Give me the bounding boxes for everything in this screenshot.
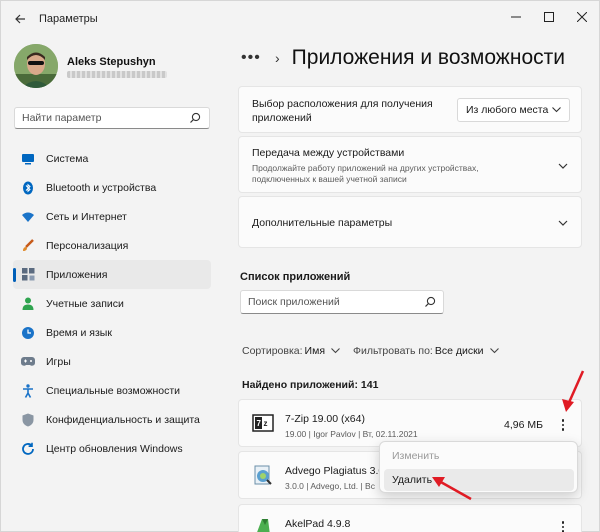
more-options-button[interactable] xyxy=(555,517,571,532)
sort-label: Сортировка: xyxy=(242,345,303,357)
app-context-menu: Изменить Удалить xyxy=(379,441,578,493)
install-source-value: Из любого места xyxy=(466,104,549,116)
sidebar-item-label: Центр обновления Windows xyxy=(46,442,183,455)
globe-clock-icon xyxy=(21,326,35,340)
advanced-options-card[interactable]: Дополнительные параметры xyxy=(238,196,582,248)
sidebar-item-windows-update[interactable]: Центр обновления Windows xyxy=(13,434,211,463)
person-icon xyxy=(21,297,35,311)
sidebar-item-label: Специальные возможности xyxy=(46,384,181,397)
maximize-button[interactable] xyxy=(534,5,564,29)
share-across-devices-title: Передача между устройствами xyxy=(252,147,405,159)
sidebar-item-system[interactable]: Система xyxy=(13,144,211,173)
apps-found-count: Найдено приложений: 141 xyxy=(242,379,379,391)
sidebar-item-gaming[interactable]: Игры xyxy=(13,347,211,376)
chevron-down-icon[interactable] xyxy=(558,218,568,228)
wifi-icon xyxy=(21,210,35,224)
install-source-card: Выбор расположения для получения приложе… xyxy=(238,86,582,133)
breadcrumb-overflow-button[interactable]: ••• xyxy=(241,49,269,67)
app-meta: 19.00 | Igor Pavlov | Вт, 02.11.2021 xyxy=(285,429,418,439)
app-name: Advego Plagiatus 3.0 xyxy=(285,465,385,477)
sidebar-item-time-language[interactable]: Время и язык xyxy=(13,318,211,347)
app-search[interactable] xyxy=(240,290,444,314)
modify-menu-item: Изменить xyxy=(392,450,440,462)
akelpad-app-icon xyxy=(257,519,270,532)
shield-icon xyxy=(21,413,35,427)
sidebar-item-network[interactable]: Сеть и Интернет xyxy=(13,202,211,231)
install-source-dropdown[interactable]: Из любого места xyxy=(457,98,570,122)
accessibility-icon xyxy=(21,383,35,398)
update-icon xyxy=(21,442,35,456)
sidebar-item-bluetooth[interactable]: Bluetooth и устройства xyxy=(13,173,211,202)
search-icon[interactable] xyxy=(189,112,201,124)
search-icon[interactable] xyxy=(424,296,436,308)
profile-email-redacted xyxy=(67,71,167,78)
settings-search-input[interactable] xyxy=(15,108,185,128)
back-button[interactable] xyxy=(9,9,31,29)
chevron-down-icon xyxy=(331,348,340,354)
list-item[interactable]: AkelPad 4.9.8 xyxy=(238,504,582,532)
advego-app-icon xyxy=(254,465,272,485)
sidebar-item-accounts[interactable]: Учетные записи xyxy=(13,289,211,318)
settings-search[interactable] xyxy=(14,107,210,129)
sidebar-item-label: Bluetooth и устройства xyxy=(46,181,157,194)
avatar[interactable] xyxy=(14,44,58,88)
sidebar-item-label: Персонализация xyxy=(46,239,129,252)
bluetooth-icon xyxy=(21,181,35,195)
breadcrumb: ••• › Приложения и возможности xyxy=(241,43,565,73)
filter-dropdown[interactable]: Фильтровать по: Все диски xyxy=(353,345,499,357)
app-name: 7-Zip 19.00 (x64) xyxy=(285,413,365,425)
monitor-icon xyxy=(21,152,35,166)
arrow-left-icon xyxy=(15,14,25,24)
install-source-title: Выбор расположения для получения приложе… xyxy=(252,98,433,124)
sidebar-item-apps[interactable]: Приложения xyxy=(13,260,211,289)
window-title: Параметры xyxy=(39,13,98,25)
sidebar-item-label: Время и язык xyxy=(46,326,112,339)
maximize-icon xyxy=(544,12,554,22)
app-size: 4,96 МБ xyxy=(504,419,543,431)
close-icon xyxy=(577,12,587,22)
minimize-icon xyxy=(511,16,521,18)
gamepad-icon xyxy=(21,355,35,369)
svg-text:z: z xyxy=(264,419,268,428)
sidebar-item-accessibility[interactable]: Специальные возможности xyxy=(13,376,211,405)
settings-window: Параметры Aleks Stepushyn Система xyxy=(0,0,600,532)
sidebar-item-label: Приложения xyxy=(46,268,108,281)
sidebar-item-label: Система xyxy=(46,152,89,165)
apps-icon xyxy=(21,268,35,282)
chevron-right-icon: › xyxy=(275,50,280,66)
title-bar: Параметры xyxy=(1,1,600,37)
app-name: AkelPad 4.9.8 xyxy=(285,518,351,530)
app-search-input[interactable] xyxy=(241,291,421,313)
app-meta: 3.0.0 | Advego, Ltd. | Вс xyxy=(285,481,375,491)
profile-name: Aleks Stepushyn xyxy=(67,56,156,68)
sidebar-item-label: Учетные записи xyxy=(46,297,124,310)
sidebar-item-privacy[interactable]: Конфиденциальность и защита xyxy=(13,405,211,434)
sidebar-item-label: Конфиденциальность и защита xyxy=(46,413,200,426)
sort-dropdown[interactable]: Сортировка: Имя xyxy=(242,345,340,357)
advanced-options-title: Дополнительные параметры xyxy=(252,217,393,229)
more-options-button[interactable] xyxy=(555,415,571,435)
chevron-down-icon[interactable] xyxy=(558,161,568,171)
sidebar-item-personalization[interactable]: Персонализация xyxy=(13,231,211,260)
sort-value: Имя xyxy=(304,345,325,357)
page-title: Приложения и возможности xyxy=(291,46,565,69)
svg-text:7: 7 xyxy=(257,419,262,428)
7zip-app-icon: 7z xyxy=(252,414,274,432)
filter-label: Фильтровать по: xyxy=(353,345,433,357)
brush-icon xyxy=(21,238,35,253)
chevron-down-icon xyxy=(552,107,561,113)
app-list-heading: Список приложений xyxy=(240,271,351,283)
sidebar-item-label: Игры xyxy=(46,355,71,368)
filter-value: Все диски xyxy=(434,345,484,357)
minimize-button[interactable] xyxy=(501,5,531,29)
chevron-down-icon xyxy=(489,348,499,354)
share-across-devices-card[interactable]: Передача между устройствами Продолжайте … xyxy=(238,136,582,193)
close-button[interactable] xyxy=(567,5,597,29)
share-across-devices-description: Продолжайте работу приложений на других … xyxy=(252,163,479,184)
sidebar-nav: Система Bluetooth и устройства Сеть и Ин… xyxy=(13,144,211,463)
profile-photo xyxy=(14,44,58,88)
sidebar-item-label: Сеть и Интернет xyxy=(46,210,127,223)
list-item[interactable]: 7z 7-Zip 19.00 (x64) 19.00 | Igor Pavlov… xyxy=(238,399,582,447)
uninstall-menu-item[interactable]: Удалить xyxy=(384,469,574,491)
